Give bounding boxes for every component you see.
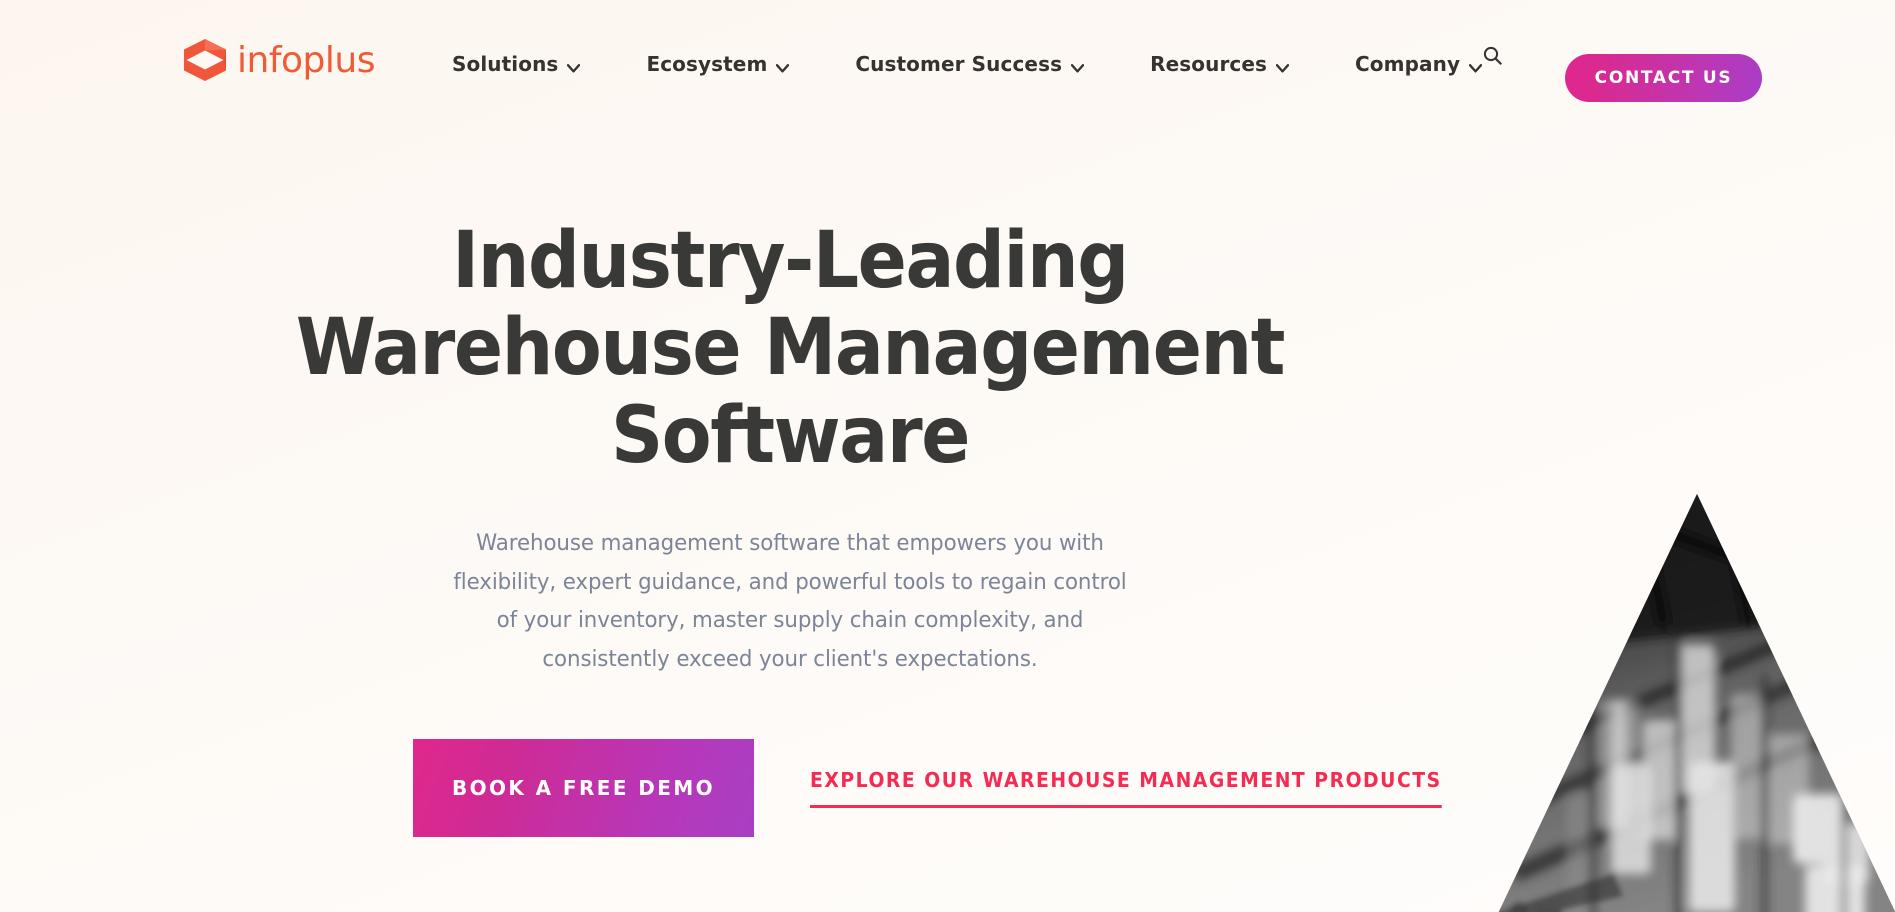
hero-title-line-1: Industry-Leading: [452, 216, 1129, 306]
nav-item-ecosystem[interactable]: Ecosystem: [646, 52, 790, 76]
chevron-down-icon: [1275, 60, 1290, 73]
hero-subtitle: Warehouse management software that empow…: [453, 531, 1127, 673]
main-nav: Solutions Ecosystem Customer Success Res…: [452, 52, 1483, 76]
chevron-down-icon: [776, 60, 790, 73]
nav-item-resources[interactable]: Resources: [1150, 52, 1290, 76]
logo-wordmark: infoplus: [237, 40, 375, 81]
nav-label: Ecosystem: [646, 52, 768, 76]
book-a-free-demo-button[interactable]: BOOK A FREE DEMO: [413, 739, 754, 837]
explore-products-link[interactable]: EXPLORE OUR WAREHOUSE MANAGEMENT PRODUCT…: [810, 768, 1442, 808]
page-title: Industry-Leading Warehouse Management So…: [55, 216, 1524, 481]
site-header: infoplus Solutions Ecosystem Customer Su…: [0, 0, 1895, 112]
page-root: infoplus Solutions Ecosystem Customer Su…: [0, 0, 1895, 912]
logo[interactable]: infoplus: [182, 38, 375, 82]
hero-title-line-2: Warehouse Management: [295, 303, 1286, 394]
hero-cta-row: BOOK A FREE DEMO EXPLORE OUR WAREHOUSE M…: [413, 739, 1482, 837]
hero-title-line-3: Software: [610, 390, 970, 481]
nav-label: Solutions: [452, 52, 559, 76]
nav-item-solutions[interactable]: Solutions: [452, 52, 581, 76]
contact-us-button[interactable]: CONTACT US: [1565, 54, 1762, 102]
hero-section: Industry-Leading Warehouse Management So…: [0, 0, 1580, 912]
infoplus-hex-logo-icon: [182, 38, 228, 82]
nav-item-company[interactable]: Company: [1355, 52, 1483, 76]
chevron-down-icon: [567, 60, 581, 73]
nav-label: Company: [1355, 52, 1461, 76]
search-icon[interactable]: [1477, 40, 1507, 70]
nav-item-customer-success[interactable]: Customer Success: [855, 52, 1085, 76]
nav-label: Resources: [1150, 52, 1268, 76]
chevron-down-icon: [1070, 60, 1085, 73]
nav-label: Customer Success: [855, 52, 1063, 76]
